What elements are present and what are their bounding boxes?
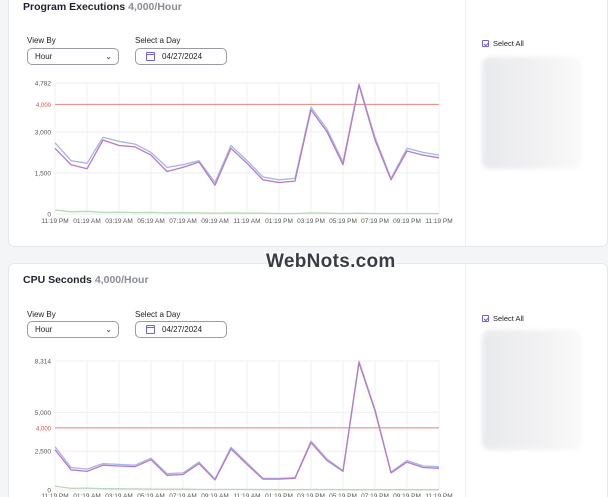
blurred-legend-items bbox=[482, 57, 582, 169]
checkbox-checked-icon bbox=[482, 315, 489, 322]
x-tick-label: 01:19 AM bbox=[73, 218, 100, 225]
y-tick-label: 3,000 bbox=[35, 129, 52, 136]
x-tick-label: 11:19 AM bbox=[234, 493, 261, 497]
x-tick-label: 05:19 AM bbox=[137, 218, 164, 225]
y-tick-label: 2,500 bbox=[35, 449, 52, 456]
select-all-checkbox[interactable]: Select All bbox=[482, 314, 524, 323]
y-tick-label: 4,782 bbox=[35, 81, 52, 88]
select-all-checkbox[interactable]: Select All bbox=[482, 39, 524, 48]
x-tick-label: 01:19 AM bbox=[73, 493, 100, 497]
x-tick-label: 09:19 AM bbox=[201, 218, 228, 225]
checkbox-checked-icon bbox=[482, 40, 489, 47]
y-tick-label: 1,500 bbox=[35, 170, 52, 177]
x-tick-label: 09:19 AM bbox=[201, 493, 228, 497]
threshold-label: 4,000 bbox=[36, 103, 52, 109]
x-tick-label: 03:19 AM bbox=[105, 218, 132, 225]
x-tick-label: 05:19 PM bbox=[329, 493, 357, 497]
x-tick-label: 07:19 AM bbox=[169, 493, 196, 497]
blurred-legend-items bbox=[482, 330, 582, 450]
x-tick-label: 07:19 PM bbox=[361, 493, 389, 497]
x-tick-label: 09:19 PM bbox=[393, 493, 421, 497]
y-tick-label: 5,000 bbox=[35, 410, 52, 417]
y-tick-label: 8,314 bbox=[35, 359, 52, 366]
cpu-seconds-chart: 02,5005,0008,31411:19 PM 01:19 AM 03:19 AM… bbox=[35, 359, 453, 497]
x-tick-label: 11:19 PM bbox=[41, 493, 68, 497]
x-tick-label: 03:19 PM bbox=[297, 218, 325, 225]
x-tick-label: 07:19 AM bbox=[169, 218, 196, 225]
x-tick-label: 01:19 PM bbox=[265, 493, 293, 497]
x-tick-label: 05:19 AM bbox=[137, 493, 164, 497]
legend-panel: Select All bbox=[465, 264, 607, 497]
x-tick-label: 03:19 AM bbox=[105, 493, 132, 497]
threshold-label: 4,000 bbox=[36, 426, 52, 432]
watermark: WebNots.com bbox=[266, 251, 396, 272]
x-tick-label: 01:19 PM bbox=[265, 218, 293, 225]
x-tick-label: 11:19 PM bbox=[425, 493, 452, 497]
x-tick-label: 07:19 PM bbox=[361, 218, 389, 225]
x-tick-label: 11:19 PM bbox=[41, 218, 68, 225]
x-tick-label: 09:19 PM bbox=[393, 218, 421, 225]
program-executions-chart: 01,5003,0004,78211:19 PM 01:19 AM 03:19 AM… bbox=[35, 81, 453, 226]
x-tick-label: 05:19 PM bbox=[329, 218, 357, 225]
x-tick-label: 11:19 AM bbox=[234, 218, 261, 225]
x-tick-label: 11:19 PM bbox=[425, 218, 452, 225]
cpu-seconds-panel: CPU Seconds 4,000/Hour View By Hour ⌄ Sele… bbox=[8, 263, 608, 497]
program-executions-panel: Program Executions 4,000/Hour View By Hou… bbox=[8, 0, 608, 247]
x-tick-label: 03:19 PM bbox=[297, 493, 325, 497]
legend-panel: Select All bbox=[465, 0, 607, 246]
